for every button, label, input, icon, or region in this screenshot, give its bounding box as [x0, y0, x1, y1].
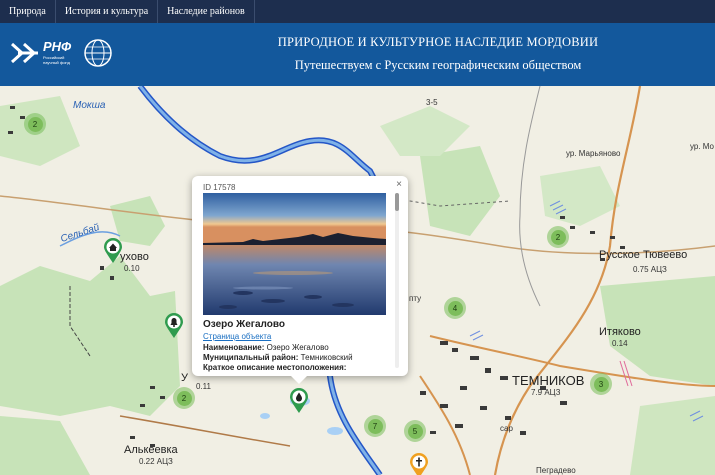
map-label-temnikov: ТЕМНИКОВ — [512, 373, 585, 388]
map-label-ptu: пту — [409, 294, 422, 303]
cluster-marker[interactable]: 2 — [24, 113, 46, 135]
cluster-marker[interactable]: 5 — [404, 420, 426, 442]
nav-item-history-culture[interactable]: История и культура — [56, 0, 159, 23]
field-name-value: Озеро Жегалово — [264, 343, 329, 352]
field-district-label: Муниципальный район: — [203, 353, 299, 362]
popup-scrollbar[interactable] — [395, 193, 399, 368]
nav-item-district-heritage[interactable]: Наследие районов — [158, 0, 255, 23]
water-drop-pin-icon[interactable] — [289, 388, 309, 414]
cluster-count: 5 — [407, 423, 423, 439]
object-popup: ID 17578 × Озеро Жегалово Страница объек… — [192, 176, 408, 384]
cluster-marker[interactable]: 3 — [590, 373, 612, 395]
map-label-ukhovo: ухово — [120, 251, 149, 263]
map-label-sar: сар — [500, 424, 513, 433]
map-label-u: У — [181, 372, 188, 384]
site-title: ПРИРОДНОЕ И КУЛЬТУРНОЕ НАСЛЕДИЕ МОРДОВИИ — [277, 35, 599, 49]
cluster-count: 7 — [367, 418, 383, 434]
rnf-abbrev: РНФ — [43, 39, 72, 54]
cluster-count: 3 — [593, 376, 609, 392]
map-label-alkeevka: Алькеевка — [124, 444, 178, 456]
field-district-value: Темниковский — [298, 353, 353, 362]
cluster-marker[interactable]: 2 — [173, 387, 195, 409]
cluster-marker[interactable]: 2 — [547, 226, 569, 248]
cluster-count: 2 — [176, 390, 192, 406]
map-label-pegradevo: Пеградево — [536, 466, 576, 475]
cluster-marker[interactable]: 7 — [364, 415, 386, 437]
object-id: ID 17578 — [203, 183, 236, 192]
map-label-russkoe-tyuveevo-value: 0.75 АЦЗ — [633, 265, 667, 274]
map-label-russkoe-tyuveevo: Русское Тювеево — [599, 249, 688, 261]
header-titles: ПРИРОДНОЕ И КУЛЬТУРНОЕ НАСЛЕДИЕ МОРДОВИИ… — [248, 35, 628, 73]
field-name-label: Наименование: — [203, 343, 265, 352]
map-label-ityakovo-value: 0.14 — [612, 339, 628, 348]
map-label-ityakovo: Итяково — [599, 326, 641, 338]
site-subtitle: Путешествуем с Русским географическим об… — [294, 58, 582, 72]
logo-group: РНФ Российский научный фонд — [10, 38, 113, 68]
map-label-ukhovo-value: 0.10 — [124, 264, 140, 273]
popup-scrollbar-thumb[interactable] — [395, 193, 399, 211]
site-header: РНФ Российский научный фонд ПРИРОДНОЕ И … — [0, 23, 715, 86]
cluster-count: 2 — [550, 229, 566, 245]
cluster-count: 4 — [447, 300, 463, 316]
rnf-logo-icon[interactable] — [10, 40, 40, 66]
map-label-moksha: Мокша — [73, 100, 106, 111]
map-label-3-5: 3-5 — [426, 98, 438, 107]
map-label-alkeevka-value: 0.22 АЦЗ — [139, 457, 173, 466]
field-location: Краткое описание местоположения: — [203, 363, 346, 372]
field-district: Муниципальный район: Темниковский — [203, 353, 353, 362]
church-cross-pin-icon[interactable] — [409, 453, 429, 475]
map-label-u-value: 0.11 — [196, 382, 211, 391]
field-location-label: Краткое описание местоположения: — [203, 363, 347, 372]
cluster-count: 2 — [27, 116, 43, 132]
rnf-subtitle: Российский научный фонд — [43, 55, 70, 65]
map-label-temnikov-value: 7.9 АЦЗ — [531, 388, 561, 397]
map-view[interactable]: Мокша ур. Марьяново ур. Мо Русское Тювее… — [0, 86, 715, 475]
rgo-globe-logo-icon[interactable] — [83, 38, 113, 68]
top-navigation: Природа История и культура Наследие райо… — [0, 0, 715, 23]
lake-sunset-photo — [203, 193, 386, 315]
cluster-marker[interactable]: 4 — [444, 297, 466, 319]
object-name: Озеро Жегалово — [203, 319, 285, 330]
map-label-mo: ур. Мо — [690, 142, 715, 151]
nav-item-nature[interactable]: Природа — [0, 0, 56, 23]
popup-close-button[interactable]: × — [396, 179, 402, 190]
field-name: Наименование: Озеро Жегалово — [203, 343, 329, 352]
rnf-logo-text: РНФ Российский научный фонд — [43, 39, 77, 65]
map-label-maryanovo: ур. Марьяново — [566, 149, 621, 158]
heritage-house-pin-icon[interactable] — [103, 238, 123, 264]
object-photo — [203, 193, 386, 315]
bell-pin-icon[interactable] — [164, 313, 184, 339]
object-page-link[interactable]: Страница объекта — [203, 332, 271, 341]
